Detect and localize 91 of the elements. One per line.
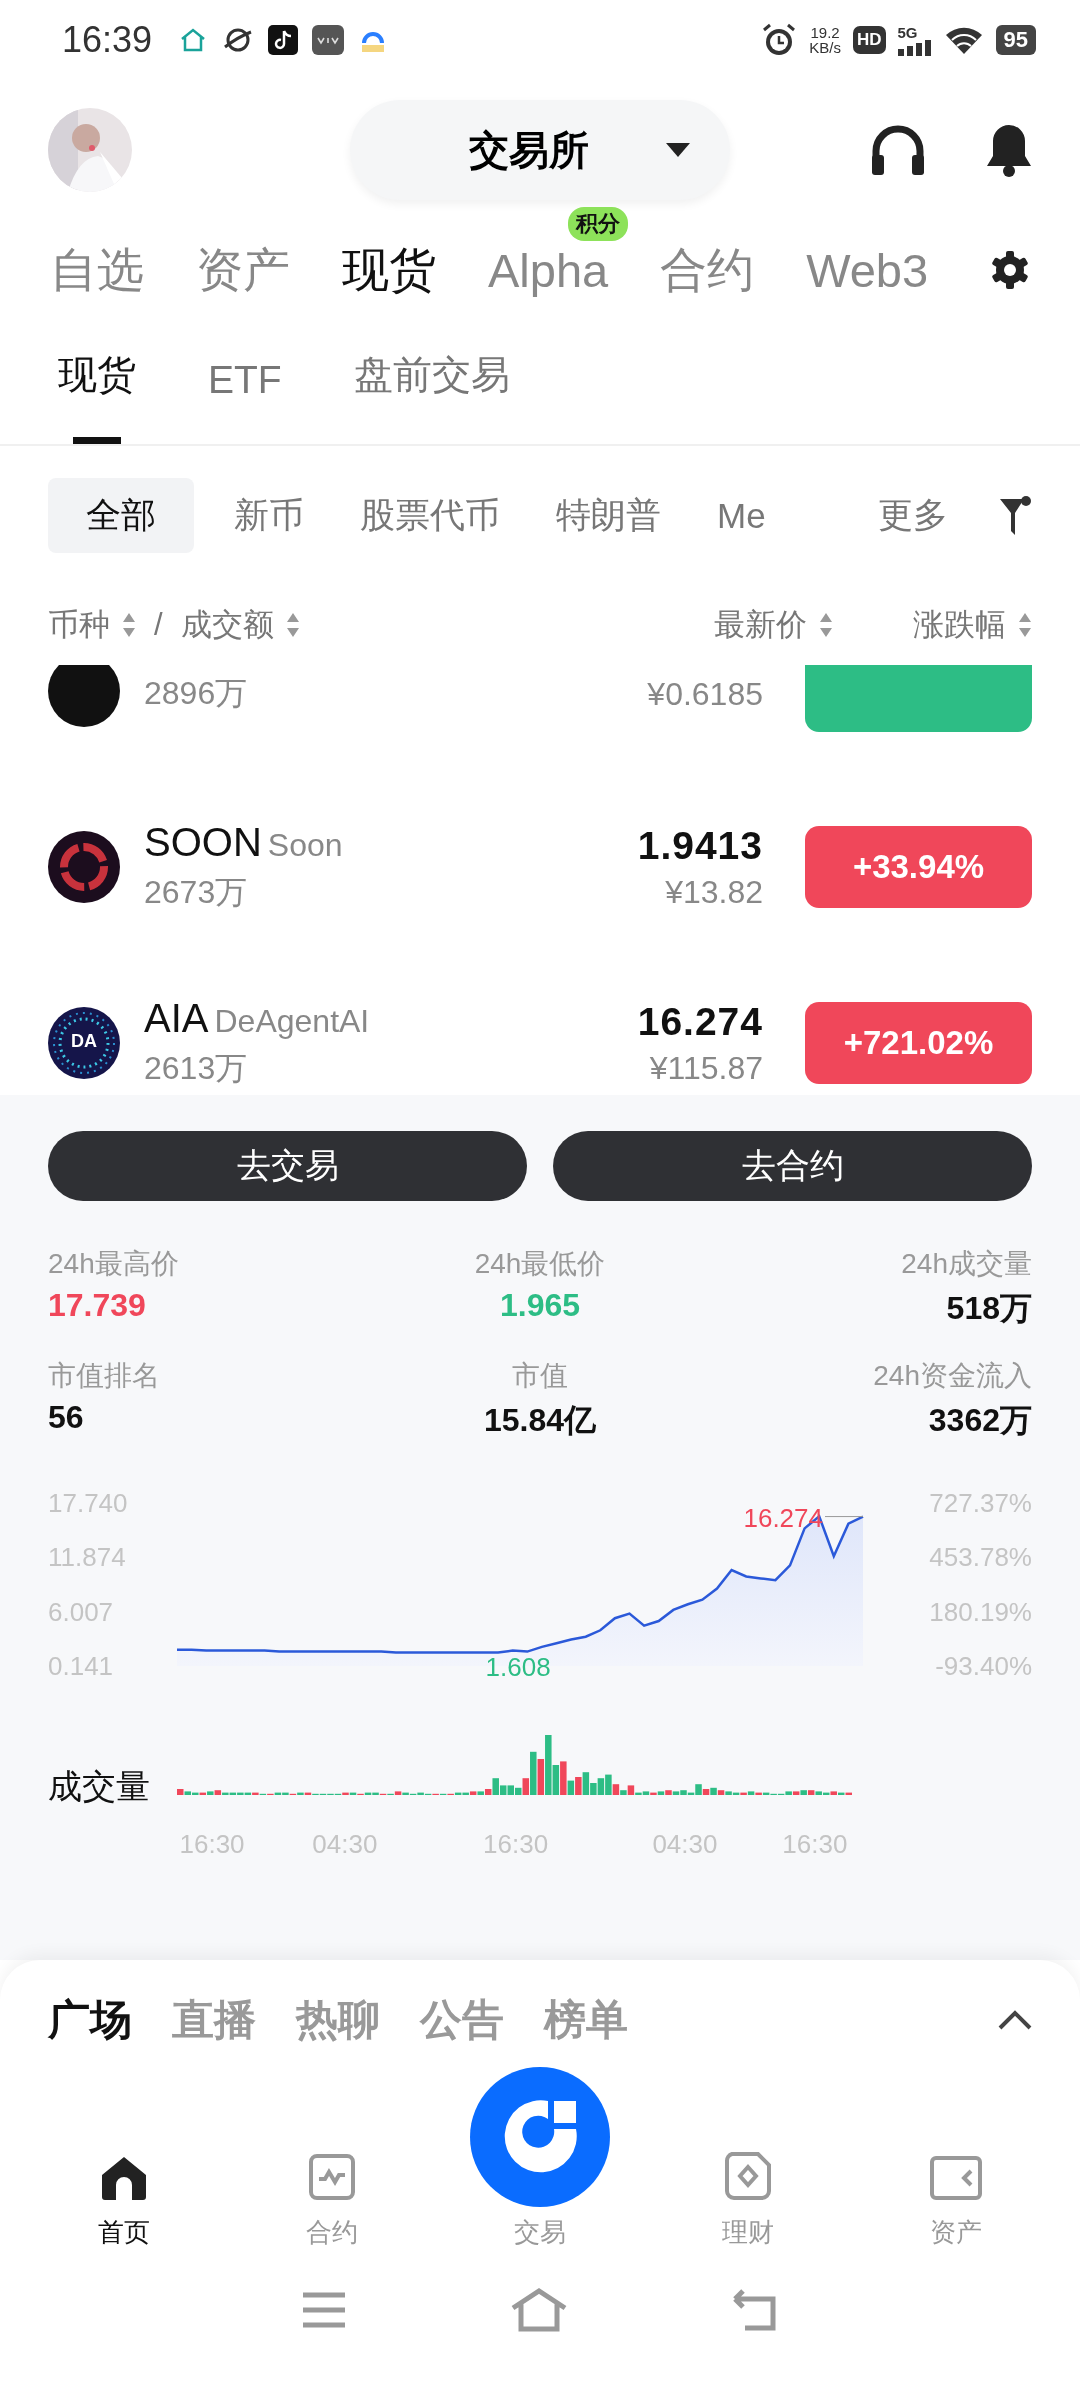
home-icon [100, 2155, 148, 2201]
net-speed: 19.2 [810, 25, 840, 40]
coin-volume: 2896万 [144, 674, 248, 713]
nav-item[interactable]: 首页 [34, 2155, 214, 2250]
music-note-icon [268, 25, 299, 55]
headphones-icon[interactable] [870, 123, 926, 177]
stat-value: 1.965 [499, 1287, 581, 1324]
battery-indicator: 95 [995, 25, 1036, 55]
chevron-up-icon[interactable] [998, 2010, 1032, 2030]
alarm-clock-icon [761, 22, 798, 58]
market-tab[interactable]: Web3 [806, 242, 929, 298]
coin-icon [48, 665, 120, 727]
feed-tab[interactable]: 榜单 [544, 1992, 628, 2048]
low-price-label: 1.608 [485, 1652, 551, 1683]
stat-value: 518万 [946, 1289, 1032, 1328]
trade-logo-icon [470, 2067, 610, 2207]
nav-item[interactable]: 理财 [658, 2151, 838, 2250]
change-badge: +721.02% [805, 1002, 1032, 1084]
app-icon [312, 25, 345, 55]
feed-tab[interactable]: 热聊 [296, 1992, 380, 2048]
stat-label: 24h资金流入 [873, 1359, 1032, 1393]
coin-logo: DA [48, 1007, 120, 1079]
settings-icon[interactable] [990, 250, 1030, 290]
feed-tab[interactable]: 公告 [420, 1992, 504, 2048]
feed-tab[interactable]: 直播 [172, 1992, 256, 2048]
market-tab[interactable]: Alpha [488, 242, 609, 298]
wallet-icon [929, 2155, 983, 2201]
coin-symbol: SOON [144, 819, 262, 865]
coin-price: 1.9413 [637, 823, 763, 868]
stat-value: 56 [48, 1399, 85, 1436]
back-icon[interactable] [730, 2289, 779, 2331]
coin-volume: 2673万 [144, 872, 249, 912]
coin-volume: 2613万 [144, 1048, 249, 1088]
status-time: 16:39 [62, 19, 153, 61]
filter-chip[interactable]: Me [717, 481, 766, 550]
filter-chip[interactable]: 新币 [234, 478, 304, 553]
stat-label: 市值 [512, 1359, 568, 1393]
filter-chip[interactable]: 全部 [48, 478, 194, 553]
coin-price-cny: ¥0.6185 [647, 675, 763, 713]
hd-badge: HD [852, 26, 886, 54]
caret-icon [665, 142, 691, 158]
coin-price-cny: ¥13.82 [665, 873, 763, 911]
nav-item[interactable]: 合约 [242, 2153, 422, 2250]
action-button[interactable]: 去交易 [48, 1131, 527, 1201]
stat-value: 15.84亿 [483, 1401, 597, 1440]
exchange-selector[interactable]: 交易所 [350, 100, 730, 200]
coin-name: DeAgentAI [214, 1002, 370, 1040]
more-button[interactable]: 更多 [878, 492, 948, 539]
signal-icon [897, 39, 932, 56]
sort-change[interactable]: 涨跌幅 [913, 604, 1032, 646]
sort-price[interactable]: 最新价 [714, 604, 833, 646]
chart-icon [308, 2153, 356, 2201]
ring-coin-icon [48, 831, 120, 903]
volume-label: 成交量 [48, 1767, 150, 1805]
annotation: 16.274 [743, 1502, 823, 1533]
sort-volume[interactable]: 成交额 [180, 604, 300, 646]
sort-icon [1018, 611, 1032, 639]
sort-icon [122, 611, 136, 639]
filter-icon[interactable] [998, 494, 1032, 537]
column-separator: / [154, 607, 163, 643]
change-badge: +33.94% [805, 826, 1032, 908]
coin-symbol: AIA [144, 995, 209, 1041]
menu-icon[interactable] [301, 2291, 348, 2329]
sort-icon [819, 611, 833, 639]
points-badge: 积分 [568, 206, 629, 241]
market-tab[interactable]: 现货 [342, 238, 436, 302]
net-speed-unit: KB/s [809, 40, 841, 55]
action-button[interactable]: 去合约 [553, 1131, 1032, 1201]
sort-coin[interactable]: 币种 [48, 604, 136, 646]
market-tab[interactable]: 自选 [50, 238, 144, 302]
stat-value: 17.739 [48, 1287, 147, 1324]
coin-price-cny: ¥115.87 [649, 1049, 763, 1087]
coin-price: 16.274 [637, 999, 763, 1044]
coin-name: Soon [267, 826, 343, 864]
sort-icon [285, 611, 300, 639]
nav-item[interactable]: 交易 [450, 2067, 630, 2250]
diamond-icon [724, 2151, 772, 2201]
network-type: 5G [897, 24, 918, 40]
filter-chip[interactable]: 股票代币 [360, 478, 500, 553]
bell-icon[interactable] [984, 122, 1034, 178]
feed-tab[interactable]: 广场 [48, 1992, 132, 2048]
stat-label: 24h最低价 [474, 1247, 606, 1281]
market-tab[interactable]: 合约 [660, 238, 755, 302]
stat-label: 市值排名 [48, 1359, 161, 1393]
filter-chip[interactable]: 特朗普 [556, 478, 661, 553]
stat-value: 3362万 [928, 1401, 1032, 1440]
nav-item[interactable]: 资产 [866, 2155, 1046, 2250]
stat-label: 24h成交量 [901, 1247, 1032, 1281]
stat-label: 24h最高价 [48, 1247, 180, 1281]
home-outline-icon[interactable] [510, 2288, 568, 2332]
market-tab[interactable]: 资产 [196, 238, 290, 302]
